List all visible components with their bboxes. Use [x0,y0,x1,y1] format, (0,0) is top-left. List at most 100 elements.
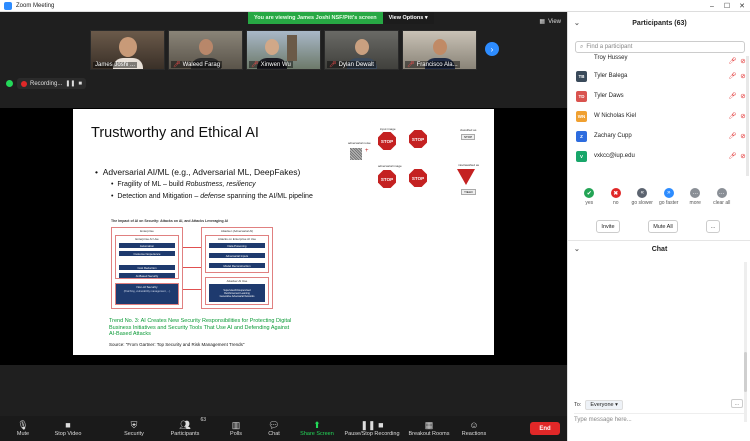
people-icon: 👥︎ [179,419,191,430]
video-tile[interactable]: James Joshi ... [90,30,165,70]
reaction-go-faster-button[interactable]: » go faster [658,188,680,206]
end-meeting-button[interactable]: End [530,422,560,435]
nonverbal-feedback-bar: ✔ yes ✖ no « go slower » go faster … mor… [568,188,743,206]
participant-list: Troy Hussey 🎤︎ ⊘ TB Tyler Balega 🎤︎ ⊘ TD T… [568,55,750,166]
chat-bubble-icon: 💬︎ [268,419,280,430]
chat-button[interactable]: 💬︎ Chat [264,416,284,441]
video-off-icon: ⊘ [740,58,746,65]
chat-header: ⌄ Chat [568,241,750,257]
participant-row[interactable]: WN W Nicholas Kiel 🎤︎ ⊘ [568,106,750,126]
collapse-chevron-icon[interactable]: ⌄ [574,245,580,253]
polls-button[interactable]: ▥ Polls [226,416,246,441]
share-screen-icon: ⬆︎ [313,419,321,430]
more-icon: … [690,188,701,198]
reaction-clear-all-button[interactable]: … clear all [711,188,733,206]
video-tile[interactable]: 🎤︎ Dylan Dewalt [324,30,399,70]
side-panel: ⌄ Participants (63) ⌕ Find a participant… [567,12,750,441]
muted-mic-icon: 🎤︎ [728,73,737,80]
pause-recording-icon[interactable]: ❚❚ [65,80,75,87]
enterprise-ai-use-label: Enterprise AI Use [135,237,159,241]
stop-recording-icon[interactable]: ■ [78,81,82,87]
mute-all-button[interactable]: Mute All [648,220,678,233]
reactions-button[interactable]: ☺ Reactions [460,416,488,441]
participant-row[interactable]: V vxkcc@iup.edu 🎤︎ ⊘ [568,146,750,166]
reaction-yes-button[interactable]: ✔ yes [578,188,600,206]
participant-row[interactable]: TD Tyler Daws 🎤︎ ⊘ [568,86,750,106]
participant-status-icons: 🎤︎ ⊘ [728,132,746,140]
reaction-label: go faster [659,200,679,206]
chat-message-input[interactable]: Type message here... [574,413,744,435]
security-button[interactable]: ⛨ Security [120,416,148,441]
next-page-arrow-icon[interactable]: › [485,42,499,56]
minimize-icon[interactable]: – [705,0,719,12]
tile-name-label: Dylan Dewalt [338,61,374,68]
chat-scrollbar-thumb[interactable] [744,352,747,392]
stop-sign-icon: STOP [378,132,396,150]
classified-as-label: classified as [460,128,477,132]
share-screen-button[interactable]: ⬆︎ Share Screen [298,416,336,441]
muted-mic-icon: 🎤︎ [728,58,737,65]
recording-bar: Recording... ❚❚ ■ [6,78,87,89]
adversarial-image-label: adversarial image [378,164,402,168]
plus-icon: + [365,148,369,154]
video-tile[interactable]: 🎤︎ Waleed Farag [168,30,243,70]
participants-label: Participants [170,430,200,437]
pause-stop-recording-button[interactable]: ❚❚ ■ Pause/Stop Recording [342,416,402,441]
figure-title: The Impact of AI on Security: Attacks on… [111,219,229,223]
participant-row[interactable]: Z Zachary Cupp 🎤︎ ⊘ [568,126,750,146]
view-label: View [548,18,561,25]
close-icon[interactable]: ✕ [735,0,749,12]
recording-label: Recording... [30,80,63,87]
reaction-more-button[interactable]: … more [684,188,706,206]
stop-video-button[interactable]: ■ Stop Video [50,416,86,441]
chevron-down-icon: ▾ [424,15,428,21]
to-label: To: [574,402,582,408]
connector-line [183,267,201,268]
reaction-label: clear all [713,200,731,206]
enterprise-label: Enterprise [140,229,154,233]
maximize-icon[interactable]: ☐ [720,0,734,12]
search-icon: ⌕ [580,43,584,50]
participant-row[interactable]: Troy Hussey 🎤︎ ⊘ [568,55,750,66]
mute-button[interactable]: 🎙︎ Mute [10,416,36,441]
subbullet-text: Fragility of ML – build [117,181,186,188]
tile-name-label: Waleed Farag [182,61,221,68]
participant-search-input[interactable]: ⌕ Find a participant [575,41,745,53]
shared-slide: Trustworthy and Ethical AI • Adversarial… [73,109,494,355]
chat-more-button[interactable]: ... [731,399,743,408]
participant-list-scrollbar[interactable] [746,56,749,176]
reaction-go-slower-button[interactable]: « go slower [631,188,653,206]
noise-pattern [350,148,362,160]
video-tile[interactable]: 🎤︎ Xinwen Wu [246,30,321,70]
avatar: V [576,150,587,162]
recipient-select[interactable]: Everyone ▾ [585,400,623,410]
view-options-button[interactable]: View Options ▾ [382,12,434,24]
title-bar: Zoom Meeting – ☐ ✕ [0,0,750,12]
tile-name: 🎤︎ Francisco Ala... [405,61,460,68]
breakout-rooms-button[interactable]: ▦ Breakout Rooms [406,416,452,441]
input-image-label: input image [380,127,396,131]
view-button[interactable]: ▦ View [539,18,561,26]
video-tile[interactable]: 🎤︎ Francisco Ala... [402,30,477,70]
rewind-icon: « [637,188,648,198]
chat-label: Chat [268,430,280,437]
collapse-chevron-icon[interactable]: ⌄ [574,19,580,27]
more-options-button[interactable]: ... [706,220,720,233]
avatar: WN [576,110,587,122]
participant-name: Zachary Cupp [594,133,632,139]
stop-sign-icon: STOP [409,169,427,187]
attacker-label: Attacker (Adversarial AI) [220,229,254,233]
participants-button[interactable]: 👥︎ 63 Participants [168,416,206,441]
invite-button[interactable]: Invite [596,220,620,233]
reaction-no-button[interactable]: ✖ no [605,188,627,206]
attacks-on-ai-label: Attacks on Enterprise AI Use [217,237,257,241]
video-off-icon: ⊘ [740,73,746,80]
video-off-icon: ⊘ [740,93,746,100]
chat-scrollbar[interactable] [744,262,747,422]
stop-sign-icon: STOP [378,170,396,188]
security-label: Security [124,430,144,437]
participant-row[interactable]: TB Tyler Balega 🎤︎ ⊘ [568,66,750,86]
avatar: TB [576,70,587,82]
video-off-icon: ⊘ [740,133,746,140]
participant-status-icons: 🎤︎ ⊘ [728,72,746,80]
